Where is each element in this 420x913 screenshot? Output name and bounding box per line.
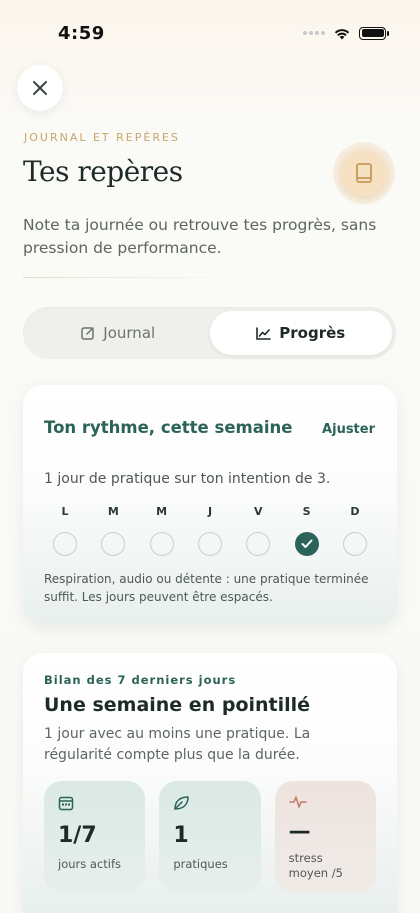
day-friday: V	[234, 505, 282, 556]
rhythm-summary: 1 jour de pratique sur ton intention de …	[44, 471, 331, 487]
day-saturday: S	[283, 505, 331, 556]
stats-row: 1/7 jours actifs 1 pratiques — stress mo…	[44, 781, 376, 893]
close-button[interactable]	[17, 65, 63, 111]
heartbeat-icon	[288, 796, 307, 808]
day-label: S	[302, 505, 311, 518]
day-label: J	[207, 505, 213, 518]
close-icon	[33, 81, 47, 95]
week-days: L M M J V S D	[41, 505, 379, 556]
adjust-button[interactable]: Ajuster	[322, 422, 375, 437]
tab-journal-label: Journal	[103, 324, 156, 342]
tab-journal[interactable]: Journal	[27, 311, 210, 355]
tab-progress-label: Progrès	[279, 324, 346, 342]
day-status-dot	[246, 532, 271, 556]
stat-average-stress: — stress moyen /5	[274, 781, 376, 893]
day-wednesday: M	[138, 505, 186, 556]
stat-value: 1/7	[58, 823, 97, 848]
stat-label: jours actifs	[58, 857, 122, 871]
summary-description: 1 jour avec au moins une pratique. La ré…	[44, 726, 311, 763]
day-status-dot	[149, 532, 174, 556]
view-switcher: Journal Progrès	[23, 307, 396, 359]
status-time: 4:59	[58, 22, 105, 44]
day-monday: L	[41, 505, 89, 556]
edit-icon	[81, 327, 95, 340]
page-subtitle: Note ta journée ou retrouve tes progrès,…	[23, 216, 377, 257]
day-status-dot	[342, 532, 367, 556]
stat-practices: 1 pratiques	[159, 781, 261, 893]
status-icons	[303, 26, 389, 40]
day-thursday: J	[186, 505, 234, 556]
stat-label: stress moyen /5	[288, 851, 343, 880]
signal-icon	[303, 31, 325, 35]
day-label: V	[254, 505, 263, 518]
leaf-icon	[174, 796, 190, 810]
day-label: D	[350, 505, 360, 518]
day-status-dot	[101, 532, 126, 556]
page-title: Tes repères	[23, 155, 183, 188]
rhythm-note: Respiration, audio ou détente : une prat…	[44, 572, 369, 604]
rhythm-title: Ton rythme, cette semaine	[44, 418, 293, 437]
summary-title: Une semaine en pointillé	[44, 694, 311, 716]
battery-icon	[359, 26, 389, 40]
check-icon	[301, 539, 313, 548]
day-label: L	[61, 505, 69, 518]
stat-value: 1	[173, 823, 189, 848]
calendar-icon	[58, 796, 74, 811]
day-label: M	[156, 505, 168, 518]
day-status-dot	[53, 532, 77, 556]
book-icon	[356, 163, 372, 183]
stat-label: pratiques	[173, 857, 228, 871]
stat-value: —	[288, 819, 311, 844]
chart-line-icon	[256, 326, 272, 340]
day-status-dot	[197, 532, 222, 556]
day-status-dot	[294, 532, 319, 556]
day-sunday: D	[331, 505, 379, 556]
status-bar: 4:59	[0, 0, 420, 60]
stat-active-days: 1/7 jours actifs	[44, 781, 146, 893]
wifi-icon	[334, 28, 350, 39]
weekly-summary-card: Bilan des 7 derniers jours Une semaine e…	[23, 653, 397, 913]
tab-progress[interactable]: Progrès	[209, 311, 392, 355]
day-label: M	[107, 505, 119, 518]
section-eyebrow: JOURNAL ET REPÈRES	[24, 131, 180, 144]
day-tuesday: M	[89, 505, 137, 556]
divider	[23, 277, 243, 278]
summary-eyebrow: Bilan des 7 derniers jours	[44, 673, 237, 687]
weekly-rhythm-card: Ton rythme, cette semaine Ajuster 1 jour…	[23, 385, 397, 625]
journal-book-button[interactable]	[333, 142, 395, 204]
